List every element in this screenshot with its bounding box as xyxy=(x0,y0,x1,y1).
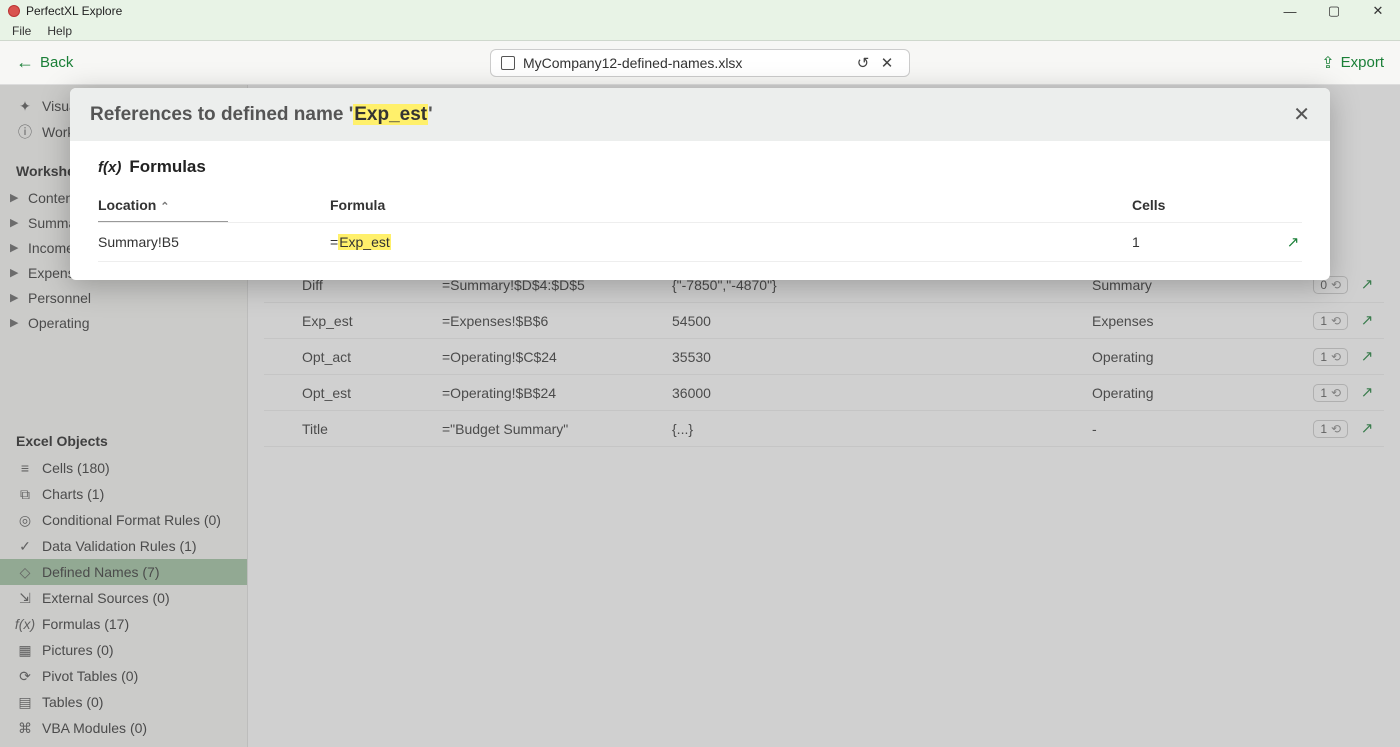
cell-cells: 1 xyxy=(1132,223,1262,262)
app-icon xyxy=(8,5,20,17)
arrow-left-icon: ← xyxy=(16,52,34,73)
highlighted-name: Exp_est xyxy=(338,234,391,250)
goto-icon[interactable]: ↗ xyxy=(1284,233,1302,251)
back-label: Back xyxy=(40,54,73,71)
maximize-button[interactable]: ▢ xyxy=(1312,0,1356,22)
export-label: Export xyxy=(1341,54,1384,71)
export-icon: ⇪ xyxy=(1321,53,1334,73)
col-formula[interactable]: Formula xyxy=(330,189,1132,221)
modal-title: References to defined name 'Exp_est' xyxy=(90,104,433,126)
app-title: PerfectXL Explore xyxy=(26,4,122,18)
cell-formula: =Exp_est xyxy=(330,223,1132,262)
toolbar: ← Back MyCompany12-defined-names.xlsx ↺ … xyxy=(0,41,1400,85)
file-name: MyCompany12-defined-names.xlsx xyxy=(523,55,851,71)
cell-location: Summary!B5 xyxy=(98,223,330,262)
back-button[interactable]: ← Back xyxy=(16,52,73,73)
menu-file[interactable]: File xyxy=(4,22,39,40)
formula-icon: f(x) xyxy=(98,159,121,176)
sort-asc-icon: ⌃ xyxy=(160,201,169,213)
formula-row[interactable]: Summary!B5 =Exp_est 1 ↗ xyxy=(98,223,1302,262)
minimize-button[interactable]: — xyxy=(1268,0,1312,22)
file-pill: MyCompany12-defined-names.xlsx ↺ ✕ xyxy=(490,49,910,77)
menu-help[interactable]: Help xyxy=(39,22,80,40)
title-bar: PerfectXL Explore — ▢ ✕ xyxy=(0,0,1400,22)
file-icon xyxy=(501,56,515,70)
window-controls: — ▢ ✕ xyxy=(1268,0,1400,22)
close-file-icon[interactable]: ✕ xyxy=(875,54,899,72)
undo-icon[interactable]: ↺ xyxy=(851,54,875,72)
formulas-section-title: f(x) Formulas xyxy=(98,157,1302,177)
col-cells[interactable]: Cells xyxy=(1132,189,1262,221)
menu-bar: File Help xyxy=(0,22,1400,41)
references-modal: References to defined name 'Exp_est' ✕ f… xyxy=(70,88,1330,280)
highlighted-name: Exp_est xyxy=(353,104,428,125)
modal-header: References to defined name 'Exp_est' ✕ xyxy=(70,88,1330,141)
export-button[interactable]: ⇪ Export xyxy=(1321,53,1384,73)
col-location[interactable]: Location ⌃ xyxy=(98,189,330,221)
close-icon[interactable]: ✕ xyxy=(1293,102,1310,127)
close-button[interactable]: ✕ xyxy=(1356,0,1400,22)
